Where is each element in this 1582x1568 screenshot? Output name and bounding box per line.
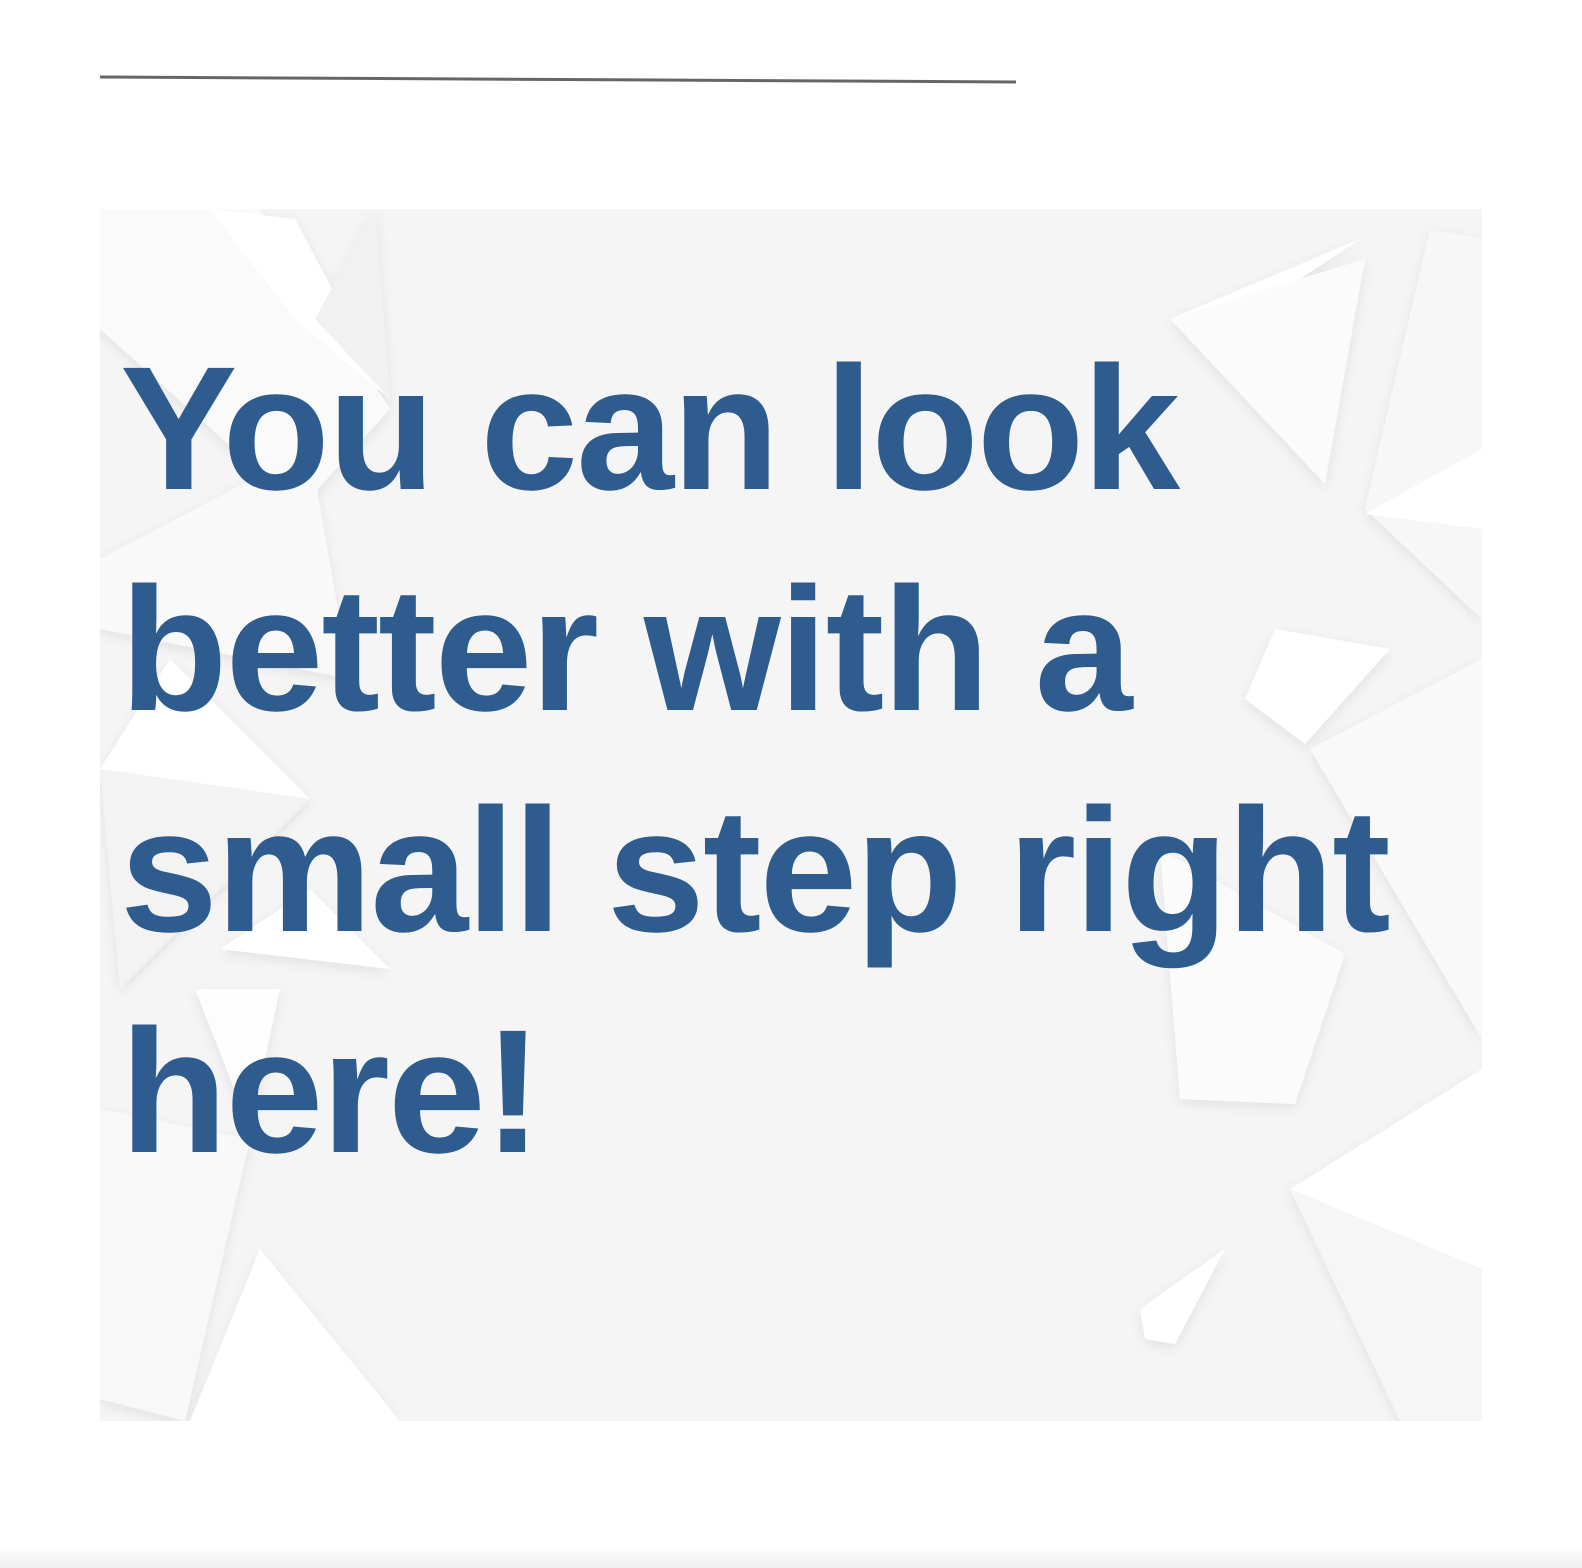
bottom-shadow-band: [0, 1546, 1582, 1568]
background-panel: You can look better with a small step ri…: [100, 209, 1482, 1421]
headline: You can look better with a small step ri…: [120, 331, 1391, 1190]
quote-card: You can look better with a small step ri…: [0, 0, 1582, 1568]
top-divider: [99, 75, 1017, 84]
